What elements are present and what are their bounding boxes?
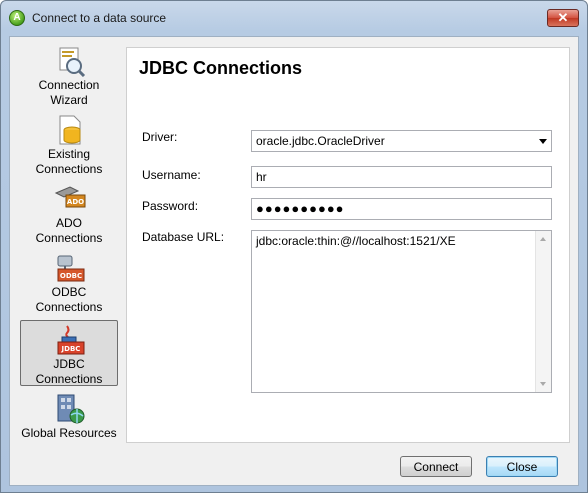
dialog-window: A Connect to a data source ✕ Connection …	[0, 0, 588, 493]
sidebar-item-label: Connection	[38, 78, 100, 92]
database-url-label: Database URL:	[142, 230, 225, 244]
username-label: Username:	[142, 168, 201, 182]
scroll-down-icon[interactable]	[540, 382, 546, 386]
scroll-up-icon[interactable]	[540, 237, 546, 241]
connect-button[interactable]: Connect	[400, 456, 472, 477]
chevron-down-icon[interactable]	[539, 139, 547, 144]
jdbc-connections-panel: JDBC Connections Driver: oracle.jdbc.Ora…	[126, 47, 570, 443]
existing-connections-icon	[59, 115, 81, 145]
page-title: JDBC Connections	[139, 58, 303, 78]
sidebar-item-label: ADO	[55, 216, 82, 230]
dialog-client-area: Connection Wizard Existing Connections A…	[9, 36, 579, 486]
svg-text:ADO: ADO	[67, 198, 84, 206]
title-bar[interactable]: A Connect to a data source ✕	[1, 1, 587, 35]
svg-text:ODBC: ODBC	[60, 272, 82, 280]
window-close-button[interactable]: ✕	[547, 9, 579, 27]
connection-wizard-icon	[59, 47, 86, 77]
global-resources-icon	[57, 394, 85, 424]
sidebar-item-label: Connections	[35, 300, 103, 314]
sidebar-item-existing-connections[interactable]: Existing Connections	[20, 110, 118, 176]
connection-type-sidebar: Connection Wizard Existing Connections A…	[10, 37, 122, 447]
app-logo-icon: A	[9, 10, 25, 26]
sidebar-item-jdbc-connections[interactable]: JDBC JDBC Connections	[20, 320, 118, 386]
driver-label: Driver:	[142, 130, 178, 144]
svg-text:JDBC: JDBC	[61, 345, 81, 353]
sidebar-item-ado-connections[interactable]: ADO ADO Connections	[20, 179, 118, 245]
sidebar-item-label: Existing	[47, 147, 91, 161]
close-button[interactable]: Close	[486, 456, 558, 477]
sidebar-item-global-resources[interactable]: Global Resources	[20, 389, 118, 441]
jdbc-connections-icon: JDBC	[57, 325, 85, 355]
window-title: Connect to a data source	[32, 11, 167, 25]
driver-value: oracle.jdbc.OracleDriver	[256, 134, 385, 148]
sidebar-item-connection-wizard[interactable]: Connection Wizard	[20, 41, 118, 107]
sidebar-item-label: Connections	[35, 162, 103, 176]
sidebar-item-label: Wizard	[50, 93, 88, 107]
username-input[interactable]: hr	[251, 166, 552, 188]
sidebar-item-label: JDBC	[53, 357, 85, 371]
database-url-textarea[interactable]: jdbc:oracle:thin:@//localhost:1521/XE	[251, 230, 552, 393]
sidebar-item-label: ODBC	[51, 285, 87, 299]
ado-connections-icon: ADO	[54, 186, 86, 208]
odbc-connections-icon: ODBC	[57, 255, 85, 282]
password-label: Password:	[142, 199, 199, 213]
sidebar-item-label: Global Resources	[21, 426, 117, 440]
database-url-value: jdbc:oracle:thin:@//localhost:1521/XE	[256, 234, 456, 248]
password-input[interactable]: ●●●●●●●●●●	[251, 198, 552, 220]
sidebar-item-label: Connections	[35, 231, 103, 245]
sidebar-item-label: Connections	[35, 372, 103, 386]
driver-select[interactable]: oracle.jdbc.OracleDriver	[251, 130, 552, 152]
url-scrollbar[interactable]	[535, 231, 551, 392]
sidebar-item-odbc-connections[interactable]: ODBC ODBC Connections	[20, 248, 118, 314]
